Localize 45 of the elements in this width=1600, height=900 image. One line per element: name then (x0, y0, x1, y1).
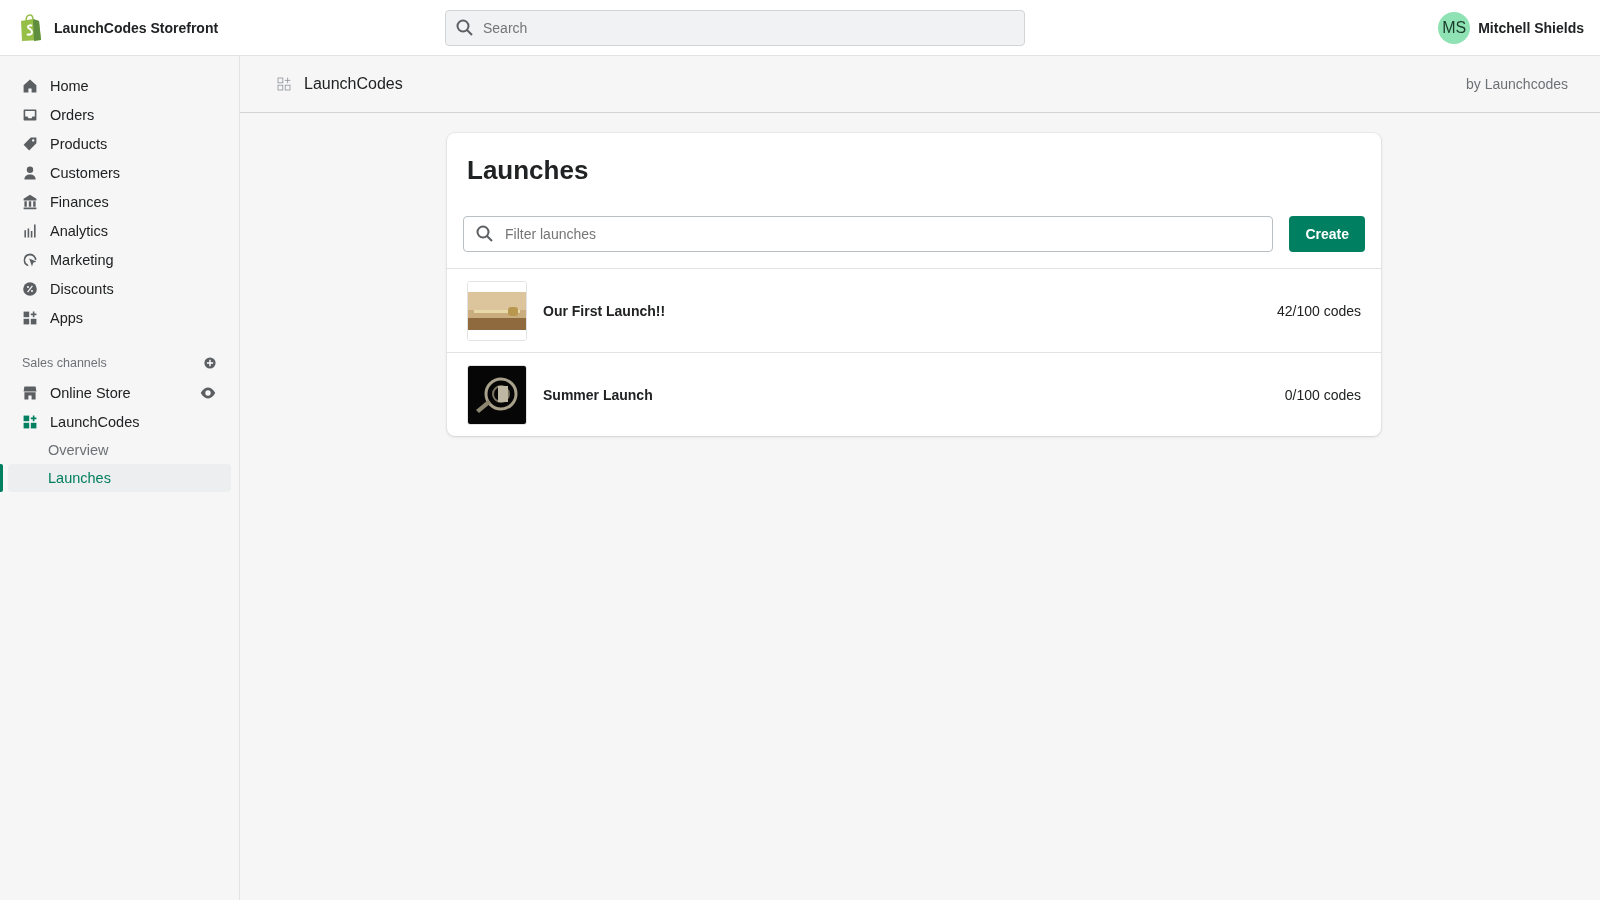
shopping-bag-logo-icon (18, 13, 42, 42)
user-avatar[interactable]: MS (1438, 11, 1471, 44)
code-count: 42/100 codes (1276, 302, 1361, 319)
nav-item[interactable]: Analytics (0, 216, 239, 245)
store-name: LaunchCodes Storefront (54, 19, 219, 36)
add-icon[interactable] (203, 356, 217, 370)
bar-chart-icon (22, 222, 38, 239)
nav-item[interactable]: Customers (0, 158, 239, 187)
tag-icon (22, 135, 38, 152)
apps-grid-icon (22, 413, 38, 430)
launch-row[interactable]: Our First Launch!! 42/100 codes (447, 268, 1381, 352)
nav-item[interactable]: Apps (0, 303, 239, 332)
filter-field[interactable]: Filter launches (463, 216, 1274, 252)
app-byline: by Launchcodes (1466, 76, 1568, 92)
launch-row[interactable]: Summer Launch 0/100 codes (447, 352, 1381, 436)
home-icon (22, 77, 38, 94)
search-icon (475, 224, 495, 244)
nav-item[interactable]: Online Store (0, 378, 239, 407)
nav-item[interactable]: Products (0, 129, 239, 158)
search-icon (455, 17, 475, 38)
apps-grid-icon (22, 309, 38, 326)
code-count: 0/100 codes (1284, 386, 1361, 403)
nav-item[interactable]: Discounts (0, 274, 239, 303)
percent-badge-icon (22, 280, 38, 297)
search-field[interactable]: Search (445, 9, 1025, 46)
storefront-icon (22, 384, 38, 401)
create-button[interactable]: Create (1289, 216, 1365, 252)
launch-name: Summer Launch (543, 386, 654, 403)
cursor-icon (22, 251, 38, 268)
launch-name: Our First Launch!! (543, 302, 667, 319)
page-title: Launches (466, 154, 590, 186)
nav-item[interactable]: Home (0, 71, 239, 100)
apps-grid-icon (276, 76, 292, 92)
inbox-icon (22, 106, 38, 123)
user-name[interactable]: Mitchell Shields (1478, 19, 1584, 36)
nav-item[interactable]: Marketing (0, 245, 239, 274)
nav-subitem[interactable]: Launches (8, 464, 231, 492)
app-title: LaunchCodes (304, 75, 403, 93)
person-icon (22, 164, 38, 181)
bank-icon (22, 193, 38, 210)
section-title: Sales channels (22, 356, 107, 370)
nav-item[interactable]: LaunchCodes (0, 407, 239, 436)
nav-subitem[interactable]: Overview (8, 436, 231, 464)
nav-item[interactable]: Orders (0, 100, 239, 129)
nav-item[interactable]: Finances (0, 187, 239, 216)
